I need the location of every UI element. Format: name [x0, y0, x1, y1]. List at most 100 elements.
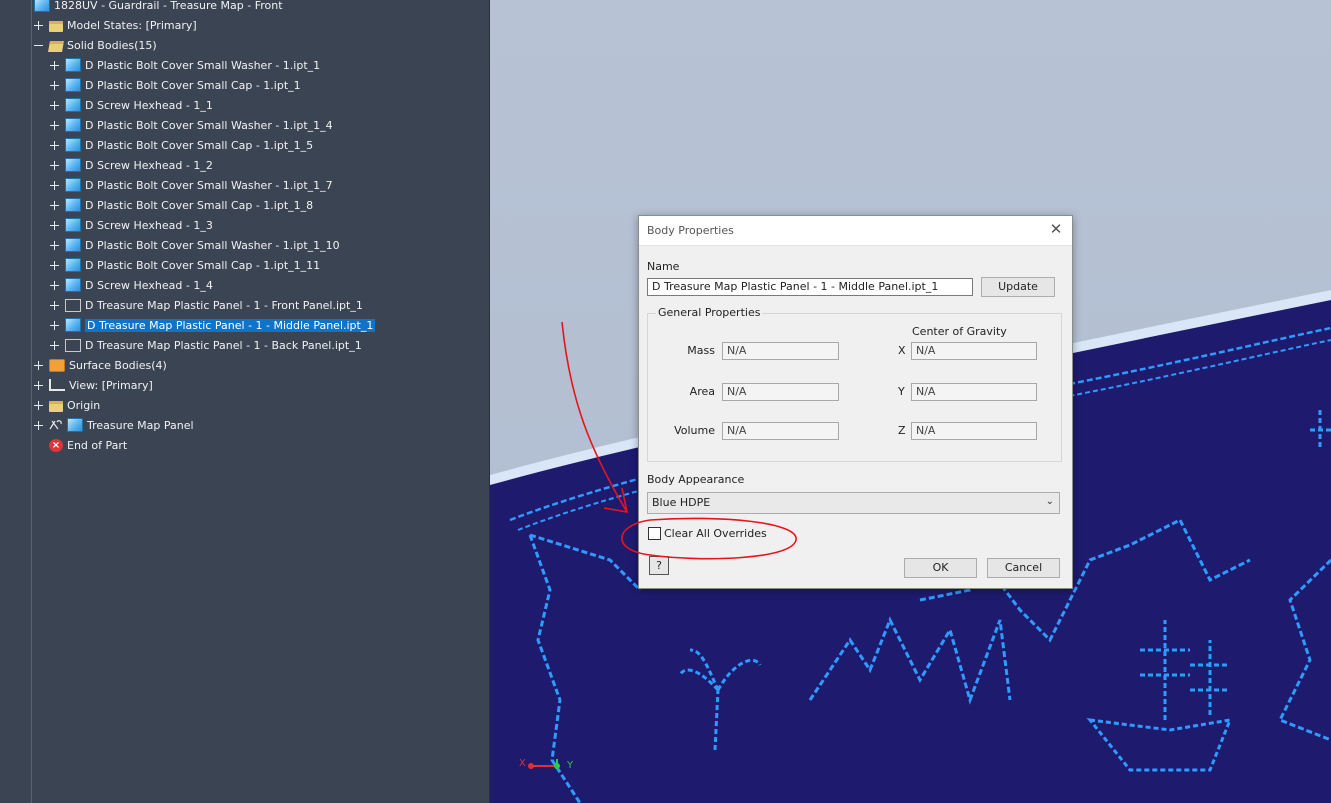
- tree-item-label: D Plastic Bolt Cover Small Washer - 1.ip…: [85, 238, 340, 252]
- cog-x-label: X: [898, 344, 906, 357]
- tree-item-label: D Plastic Bolt Cover Small Washer - 1.ip…: [85, 58, 321, 72]
- tree-item-solid-body[interactable]: D Treasure Map Plastic Panel - 1 - Back …: [50, 335, 362, 355]
- tree-item-label: D Plastic Bolt Cover Small Cap - 1.ipt_1…: [85, 258, 321, 272]
- expand-icon[interactable]: [34, 20, 43, 30]
- tree-item-label: Solid Bodies(15): [67, 38, 157, 52]
- tree-item-label: D Plastic Bolt Cover Small Cap - 1.ipt_1…: [85, 138, 314, 152]
- expand-icon[interactable]: [50, 120, 59, 130]
- cancel-button[interactable]: Cancel: [987, 558, 1060, 578]
- tree-item-treasure-map-panel[interactable]: Treasure Map Panel: [34, 415, 194, 435]
- view-triad: X Y: [517, 757, 577, 775]
- close-icon[interactable]: ✕: [1048, 221, 1064, 237]
- collapse-icon[interactable]: [34, 41, 43, 50]
- help-button[interactable]: ?: [649, 556, 669, 575]
- area-field[interactable]: N/A: [722, 383, 839, 401]
- tree-item-solid-body[interactable]: D Plastic Bolt Cover Small Washer - 1.ip…: [50, 55, 320, 75]
- tree-item-solid-body[interactable]: D Plastic Bolt Cover Small Cap - 1.ipt_1…: [50, 195, 313, 215]
- tree-item-solid-body[interactable]: D Plastic Bolt Cover Small Washer - 1.ip…: [50, 235, 340, 255]
- body-appearance-value: Blue HDPE: [652, 496, 711, 509]
- body-properties-dialog: Body Properties ✕ Name D Treasure Map Pl…: [638, 215, 1073, 589]
- expand-icon[interactable]: [50, 160, 59, 170]
- tree-item-label: D Plastic Bolt Cover Small Cap - 1.ipt_1…: [85, 198, 314, 212]
- hidden-body-icon: [65, 338, 81, 352]
- tree-root-label: 1828UV - Guardrail - Treasure Map - Fron…: [54, 0, 283, 12]
- expand-icon[interactable]: [50, 80, 59, 90]
- expand-icon[interactable]: [50, 60, 59, 70]
- solid-body-icon: [65, 278, 81, 292]
- expand-icon[interactable]: [34, 360, 43, 370]
- cog-y-label: Y: [898, 385, 905, 398]
- tree-item-solid-body[interactable]: D Plastic Bolt Cover Small Washer - 1.ip…: [50, 115, 333, 135]
- derived-link-icon: [49, 420, 62, 430]
- cog-y-field[interactable]: N/A: [911, 383, 1037, 401]
- tree-item-solid-body[interactable]: D Plastic Bolt Cover Small Cap - 1.ipt_1…: [50, 135, 313, 155]
- tree-item-view[interactable]: View: [Primary]: [34, 375, 153, 395]
- solid-body-icon: [65, 258, 81, 272]
- tree-item-solid-bodies[interactable]: Solid Bodies(15): [34, 35, 157, 55]
- tree-item-solid-body[interactable]: D Plastic Bolt Cover Small Cap - 1.ipt_1…: [50, 255, 320, 275]
- view-icon: [49, 379, 65, 391]
- tree-item-solid-body-selected[interactable]: D Treasure Map Plastic Panel - 1 - Middl…: [50, 315, 376, 335]
- folder-icon: [49, 400, 63, 412]
- cog-z-field[interactable]: N/A: [911, 422, 1037, 440]
- name-field[interactable]: D Treasure Map Plastic Panel - 1 - Middl…: [647, 278, 973, 296]
- ok-button[interactable]: OK: [904, 558, 977, 578]
- dialog-title: Body Properties: [647, 224, 734, 237]
- expand-icon[interactable]: [50, 340, 59, 350]
- tree-item-label: Origin: [67, 398, 101, 412]
- tree-item-label: D Plastic Bolt Cover Small Washer - 1.ip…: [85, 178, 333, 192]
- expand-icon[interactable]: [50, 240, 59, 250]
- folder-icon: [49, 20, 63, 32]
- tree-item-origin[interactable]: Origin: [34, 395, 100, 415]
- surface-body-icon: [49, 358, 65, 372]
- tree-item-solid-body[interactable]: D Treasure Map Plastic Panel - 1 - Front…: [50, 295, 363, 315]
- tree-item-end-of-part[interactable]: × End of Part: [49, 435, 127, 455]
- area-label: Area: [689, 385, 715, 398]
- body-appearance-label: Body Appearance: [647, 473, 745, 486]
- tree-item-label: Model States: [Primary]: [67, 18, 197, 32]
- solid-body-icon: [67, 418, 83, 432]
- clear-all-overrides-checkbox[interactable]: [648, 527, 661, 540]
- expand-icon[interactable]: [50, 100, 59, 110]
- expand-icon[interactable]: [50, 200, 59, 210]
- solid-body-icon: [65, 198, 81, 212]
- expand-icon[interactable]: [50, 300, 59, 310]
- solid-body-icon: [65, 158, 81, 172]
- solid-body-icon: [65, 138, 81, 152]
- expand-icon[interactable]: [34, 380, 43, 390]
- tree-item-model-states[interactable]: Model States: [Primary]: [34, 15, 197, 35]
- mass-label: Mass: [687, 344, 715, 357]
- tree-item-label: View: [Primary]: [69, 378, 153, 392]
- expand-icon[interactable]: [50, 220, 59, 230]
- tree-item-solid-body[interactable]: D Plastic Bolt Cover Small Cap - 1.ipt_1: [50, 75, 301, 95]
- solid-body-icon: [65, 218, 81, 232]
- tree-item-label: D Plastic Bolt Cover Small Cap - 1.ipt_1: [85, 78, 301, 92]
- cog-x-field[interactable]: N/A: [911, 342, 1037, 360]
- expand-icon[interactable]: [50, 280, 59, 290]
- tree-item-solid-body[interactable]: D Screw Hexhead - 1_2: [50, 155, 213, 175]
- tree-item-solid-body[interactable]: D Screw Hexhead - 1_3: [50, 215, 213, 235]
- expand-icon[interactable]: [50, 180, 59, 190]
- end-of-part-icon: ×: [49, 438, 63, 452]
- tree-item-label: D Screw Hexhead - 1_1: [85, 98, 213, 112]
- volume-field[interactable]: N/A: [722, 422, 839, 440]
- expand-icon[interactable]: [34, 420, 43, 430]
- cog-z-label: Z: [898, 424, 906, 437]
- tree-item-label: D Screw Hexhead - 1_2: [85, 158, 213, 172]
- tree-root[interactable]: 1828UV - Guardrail - Treasure Map - Fron…: [34, 0, 283, 15]
- tree-item-solid-body[interactable]: D Screw Hexhead - 1_1: [50, 95, 213, 115]
- triad-x-label: X: [519, 758, 526, 769]
- body-appearance-select[interactable]: Blue HDPE ⌄: [647, 492, 1060, 514]
- dialog-titlebar[interactable]: Body Properties ✕: [639, 216, 1072, 246]
- update-button[interactable]: Update: [981, 277, 1055, 297]
- tree-item-surface-bodies[interactable]: Surface Bodies(4): [34, 355, 167, 375]
- general-properties-label: General Properties: [656, 306, 763, 319]
- tree-item-label: D Treasure Map Plastic Panel - 1 - Middl…: [85, 318, 376, 332]
- expand-icon[interactable]: [50, 320, 59, 330]
- expand-icon[interactable]: [50, 260, 59, 270]
- tree-item-solid-body[interactable]: D Plastic Bolt Cover Small Washer - 1.ip…: [50, 175, 333, 195]
- expand-icon[interactable]: [34, 400, 43, 410]
- tree-item-solid-body[interactable]: D Screw Hexhead - 1_4: [50, 275, 213, 295]
- expand-icon[interactable]: [50, 140, 59, 150]
- mass-field[interactable]: N/A: [722, 342, 839, 360]
